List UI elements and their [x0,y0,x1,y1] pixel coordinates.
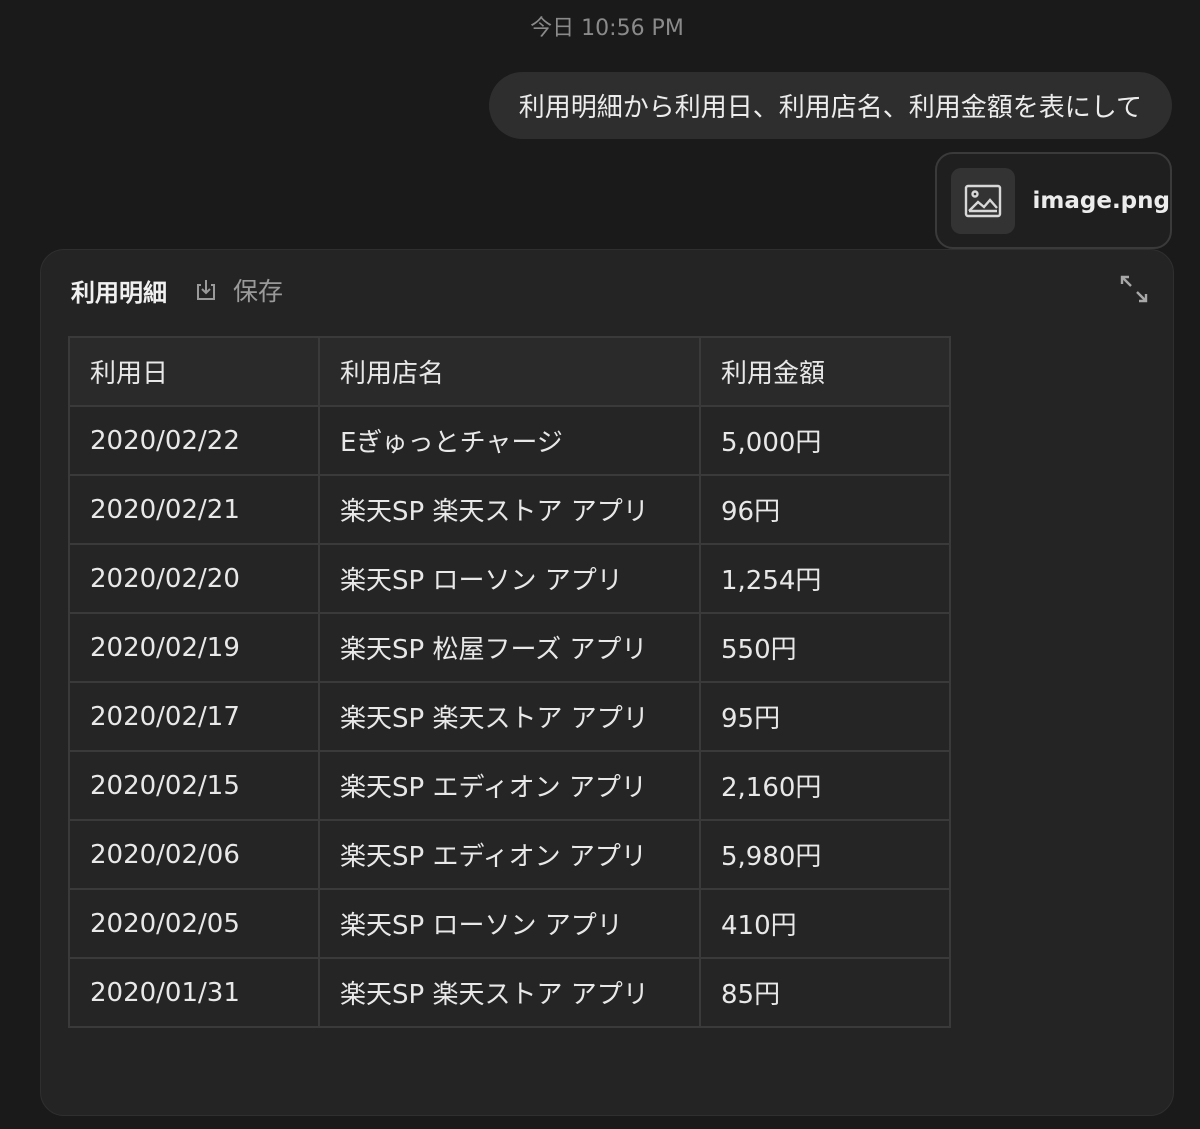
cell-date: 2020/02/17 [68,681,320,752]
message-timestamp: 今日 10:56 PM [530,16,684,41]
table-row: 2020/02/19 楽天SP 松屋フーズ アプリ 550円 [68,612,951,683]
save-button[interactable]: 保存 [193,272,283,308]
statement-table: 利用日 利用店名 利用金額 2020/02/22 Eぎゅっとチャージ 5,000… [68,336,951,1028]
column-header-store: 利用店名 [318,336,701,407]
cell-date: 2020/02/15 [68,750,320,821]
user-message-text: 利用明細から利用日、利用店名、利用金額を表にして [518,93,1142,123]
download-icon [193,277,219,303]
cell-amount: 85円 [699,957,951,1028]
expand-button[interactable] [1117,274,1151,308]
save-label: 保存 [233,277,284,306]
cell-amount: 2,160円 [699,750,951,821]
table-row: 2020/02/21 楽天SP 楽天ストア アプリ 96円 [68,474,951,545]
column-header-date: 利用日 [68,336,320,407]
cell-date: 2020/02/20 [68,543,320,614]
cell-amount: 96円 [699,474,951,545]
column-header-amount: 利用金額 [699,336,951,407]
cell-date: 2020/02/19 [68,612,320,683]
table-row: 2020/02/17 楽天SP 楽天ストア アプリ 95円 [68,681,951,752]
cell-amount: 5,980円 [699,819,951,890]
artifact-panel: 利用明細 保存 利用日 利用店名 利用金額 2020/02/22 Eぎゅっとチャ… [40,249,1174,1116]
cell-date: 2020/02/06 [68,819,320,890]
cell-amount: 550円 [699,612,951,683]
table-row: 2020/02/15 楽天SP エディオン アプリ 2,160円 [68,750,951,821]
cell-amount: 1,254円 [699,543,951,614]
cell-store: 楽天SP 楽天ストア アプリ [318,957,701,1028]
cell-amount: 5,000円 [699,405,951,476]
cell-amount: 95円 [699,681,951,752]
table-row: 2020/02/22 Eぎゅっとチャージ 5,000円 [68,405,951,476]
cell-store: 楽天SP ローソン アプリ [318,543,701,614]
cell-store: Eぎゅっとチャージ [318,405,701,476]
attachment-card[interactable]: image.png [935,152,1172,249]
cell-date: 2020/02/05 [68,888,320,959]
cell-date: 2020/01/31 [68,957,320,1028]
table-row: 2020/02/05 楽天SP ローソン アプリ 410円 [68,888,951,959]
table-row: 2020/01/31 楽天SP 楽天ストア アプリ 85円 [68,957,951,1028]
cell-store: 楽天SP エディオン アプリ [318,819,701,890]
artifact-title: 利用明細 [71,278,167,307]
artifact-header: 利用明細 保存 [71,270,283,310]
table-header-row: 利用日 利用店名 利用金額 [68,336,951,407]
cell-date: 2020/02/21 [68,474,320,545]
cell-amount: 410円 [699,888,951,959]
expand-icon [1119,274,1149,308]
cell-store: 楽天SP 松屋フーズ アプリ [318,612,701,683]
image-icon [951,167,1015,234]
table-row: 2020/02/20 楽天SP ローソン アプリ 1,254円 [68,543,951,614]
cell-store: 楽天SP ローソン アプリ [318,888,701,959]
cell-store: 楽天SP 楽天ストア アプリ [318,474,701,545]
user-message-bubble: 利用明細から利用日、利用店名、利用金額を表にして [488,72,1172,139]
cell-store: 楽天SP 楽天ストア アプリ [318,681,701,752]
attachment-filename: image.png [1032,187,1170,214]
table-row: 2020/02/06 楽天SP エディオン アプリ 5,980円 [68,819,951,890]
cell-store: 楽天SP エディオン アプリ [318,750,701,821]
cell-date: 2020/02/22 [68,405,320,476]
